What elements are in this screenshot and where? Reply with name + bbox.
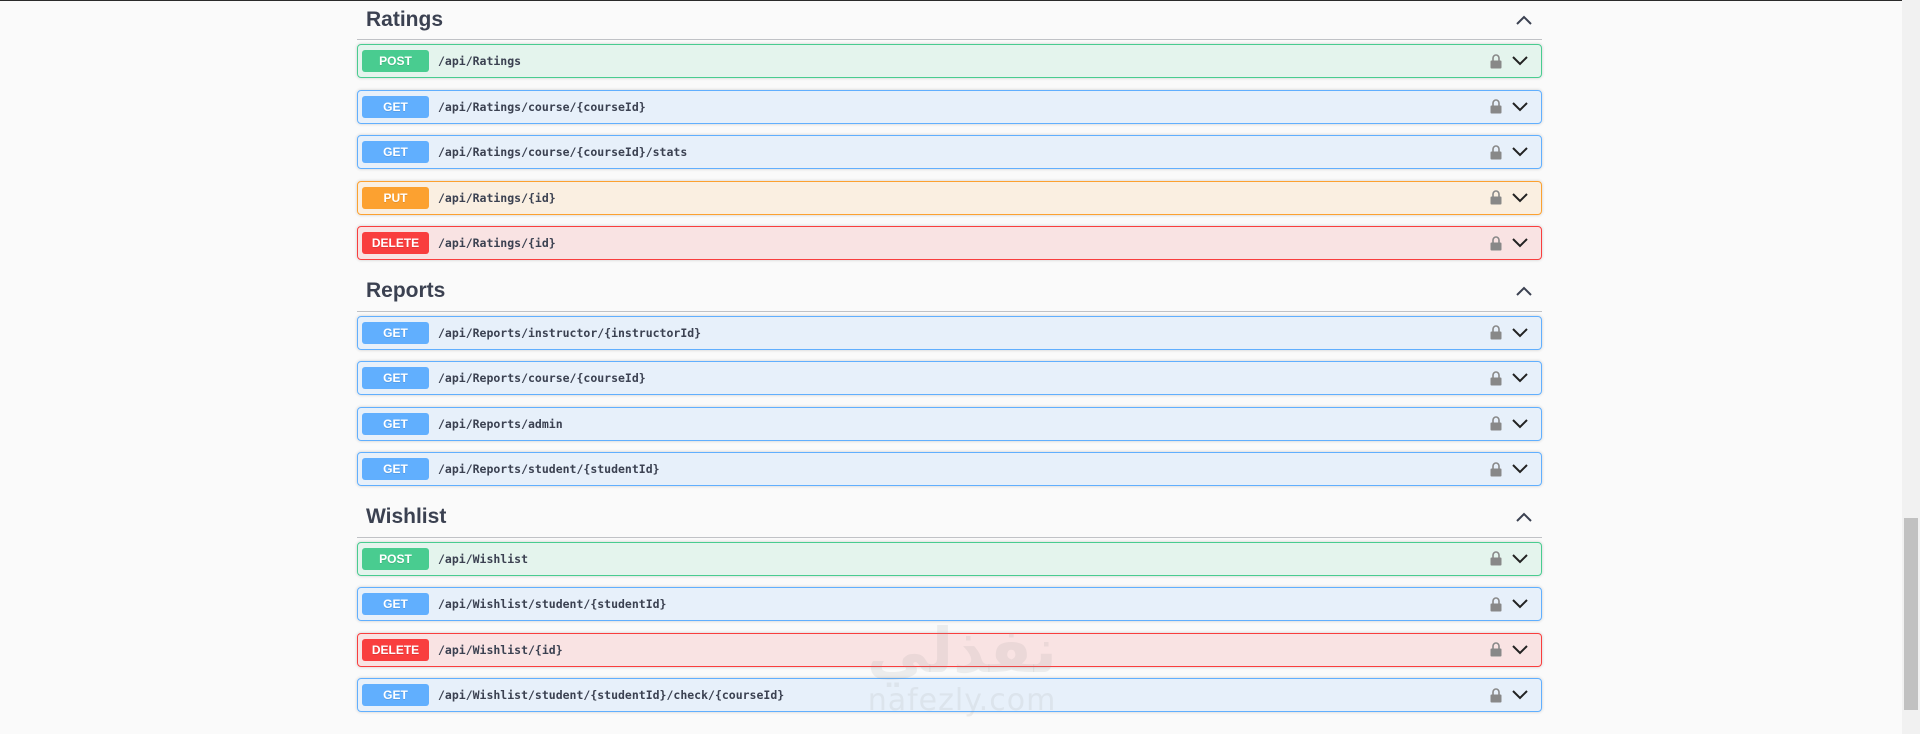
chevron-down-icon[interactable]	[1508, 367, 1532, 389]
method-badge: GET	[362, 458, 429, 480]
chevron-down-icon[interactable]	[1508, 413, 1532, 435]
operation-get-reports-student[interactable]: GET /api/Reports/student/{studentId}	[357, 452, 1542, 486]
section-ratings: Ratings POST /api/Ratings GET /api/Ratin…	[357, 0, 1542, 260]
operations-container: Ratings POST /api/Ratings GET /api/Ratin…	[357, 0, 1542, 724]
lock-icon[interactable]	[1486, 233, 1506, 253]
lock-icon[interactable]	[1486, 414, 1506, 434]
method-badge: GET	[362, 367, 429, 389]
endpoint-path: /api/Ratings/course/{courseId}/stats	[438, 145, 688, 159]
operation-get-reports-instructor[interactable]: GET /api/Reports/instructor/{instructorI…	[357, 315, 1542, 350]
method-badge: GET	[362, 141, 429, 163]
lock-icon[interactable]	[1486, 97, 1506, 117]
lock-icon[interactable]	[1486, 685, 1506, 705]
section-title[interactable]: Wishlist	[357, 505, 446, 529]
lock-icon[interactable]	[1486, 188, 1506, 208]
endpoint-path: /api/Reports/instructor/{instructorId}	[438, 325, 702, 340]
operation-delete-ratings-id[interactable]: DELETE /api/Ratings/{id}	[357, 226, 1542, 260]
method-badge: PUT	[362, 186, 429, 209]
chevron-down-icon[interactable]	[1508, 639, 1532, 661]
method-badge: GET	[362, 684, 429, 706]
endpoint-path: /api/Ratings/{id}	[438, 190, 556, 205]
section-title[interactable]: Reports	[357, 279, 445, 303]
operation-get-ratings-course-stats[interactable]: GET /api/Ratings/course/{courseId}/stats	[357, 135, 1542, 169]
section-title[interactable]: Ratings	[357, 8, 443, 32]
chevron-down-icon[interactable]	[1508, 96, 1532, 118]
chevron-up-icon	[1516, 286, 1532, 296]
chevron-down-icon[interactable]	[1508, 232, 1532, 254]
section-reports: Reports GET /api/Reports/instructor/{ins…	[357, 272, 1542, 486]
chevron-up-icon	[1516, 512, 1532, 522]
chevron-down-icon[interactable]	[1508, 458, 1532, 480]
endpoint-path: /api/Wishlist/student/{studentId}/check/…	[438, 688, 785, 702]
lock-icon[interactable]	[1486, 368, 1506, 388]
operation-put-ratings-id[interactable]: PUT /api/Ratings/{id}	[357, 180, 1542, 215]
lock-icon[interactable]	[1486, 549, 1506, 569]
chevron-down-icon[interactable]	[1508, 548, 1532, 570]
lock-icon[interactable]	[1486, 142, 1506, 162]
chevron-down-icon[interactable]	[1508, 593, 1532, 615]
chevron-down-icon[interactable]	[1508, 684, 1532, 706]
lock-icon[interactable]	[1486, 594, 1506, 614]
chevron-down-icon[interactable]	[1508, 187, 1532, 209]
collapse-button[interactable]	[1506, 276, 1542, 306]
section-header-reports[interactable]: Reports	[357, 272, 1542, 312]
method-badge: DELETE	[362, 638, 429, 661]
operation-post-ratings[interactable]: POST /api/Ratings	[357, 44, 1542, 78]
method-badge: POST	[362, 547, 429, 570]
method-badge: GET	[362, 95, 429, 118]
endpoint-path: /api/Wishlist/student/{studentId}	[438, 597, 667, 611]
lock-icon[interactable]	[1486, 51, 1506, 71]
operation-get-reports-admin[interactable]: GET /api/Reports/admin	[357, 406, 1542, 441]
lock-icon[interactable]	[1486, 459, 1506, 479]
endpoint-path: /api/Ratings/{id}	[438, 236, 556, 250]
method-badge: GET	[362, 321, 429, 344]
endpoint-path: /api/Ratings	[438, 54, 522, 68]
scrollbar-thumb[interactable]	[1904, 518, 1918, 710]
operation-delete-wishlist-id[interactable]: DELETE /api/Wishlist/{id}	[357, 632, 1542, 667]
lock-icon[interactable]	[1486, 323, 1506, 343]
collapse-button[interactable]	[1506, 502, 1542, 532]
endpoint-path: /api/Reports/admin	[438, 416, 563, 431]
method-badge: GET	[362, 593, 429, 615]
operation-get-wishlist-check[interactable]: GET /api/Wishlist/student/{studentId}/ch…	[357, 678, 1542, 712]
section-wishlist: Wishlist POST /api/Wishlist GET /api/Wis…	[357, 498, 1542, 712]
operation-get-reports-course[interactable]: GET /api/Reports/course/{courseId}	[357, 361, 1542, 395]
section-header-ratings[interactable]: Ratings	[357, 0, 1542, 40]
section-header-wishlist[interactable]: Wishlist	[357, 498, 1542, 538]
endpoint-path: /api/Wishlist	[438, 551, 529, 566]
operation-get-ratings-course[interactable]: GET /api/Ratings/course/{courseId}	[357, 89, 1542, 124]
collapse-button[interactable]	[1506, 5, 1542, 35]
operation-get-wishlist-student[interactable]: GET /api/Wishlist/student/{studentId}	[357, 587, 1542, 621]
scrollbar[interactable]	[1902, 0, 1920, 734]
endpoint-path: /api/Wishlist/{id}	[438, 642, 563, 657]
endpoint-path: /api/Ratings/course/{courseId}	[438, 99, 646, 114]
chevron-down-icon[interactable]	[1508, 322, 1532, 344]
method-badge: GET	[362, 412, 429, 435]
method-badge: POST	[362, 50, 429, 72]
chevron-up-icon	[1516, 15, 1532, 25]
endpoint-path: /api/Reports/course/{courseId}	[438, 371, 646, 385]
endpoint-path: /api/Reports/student/{studentId}	[438, 462, 660, 476]
chevron-down-icon[interactable]	[1508, 50, 1532, 72]
chevron-down-icon[interactable]	[1508, 141, 1532, 163]
operation-post-wishlist[interactable]: POST /api/Wishlist	[357, 541, 1542, 576]
lock-icon[interactable]	[1486, 640, 1506, 660]
method-badge: DELETE	[362, 232, 429, 254]
